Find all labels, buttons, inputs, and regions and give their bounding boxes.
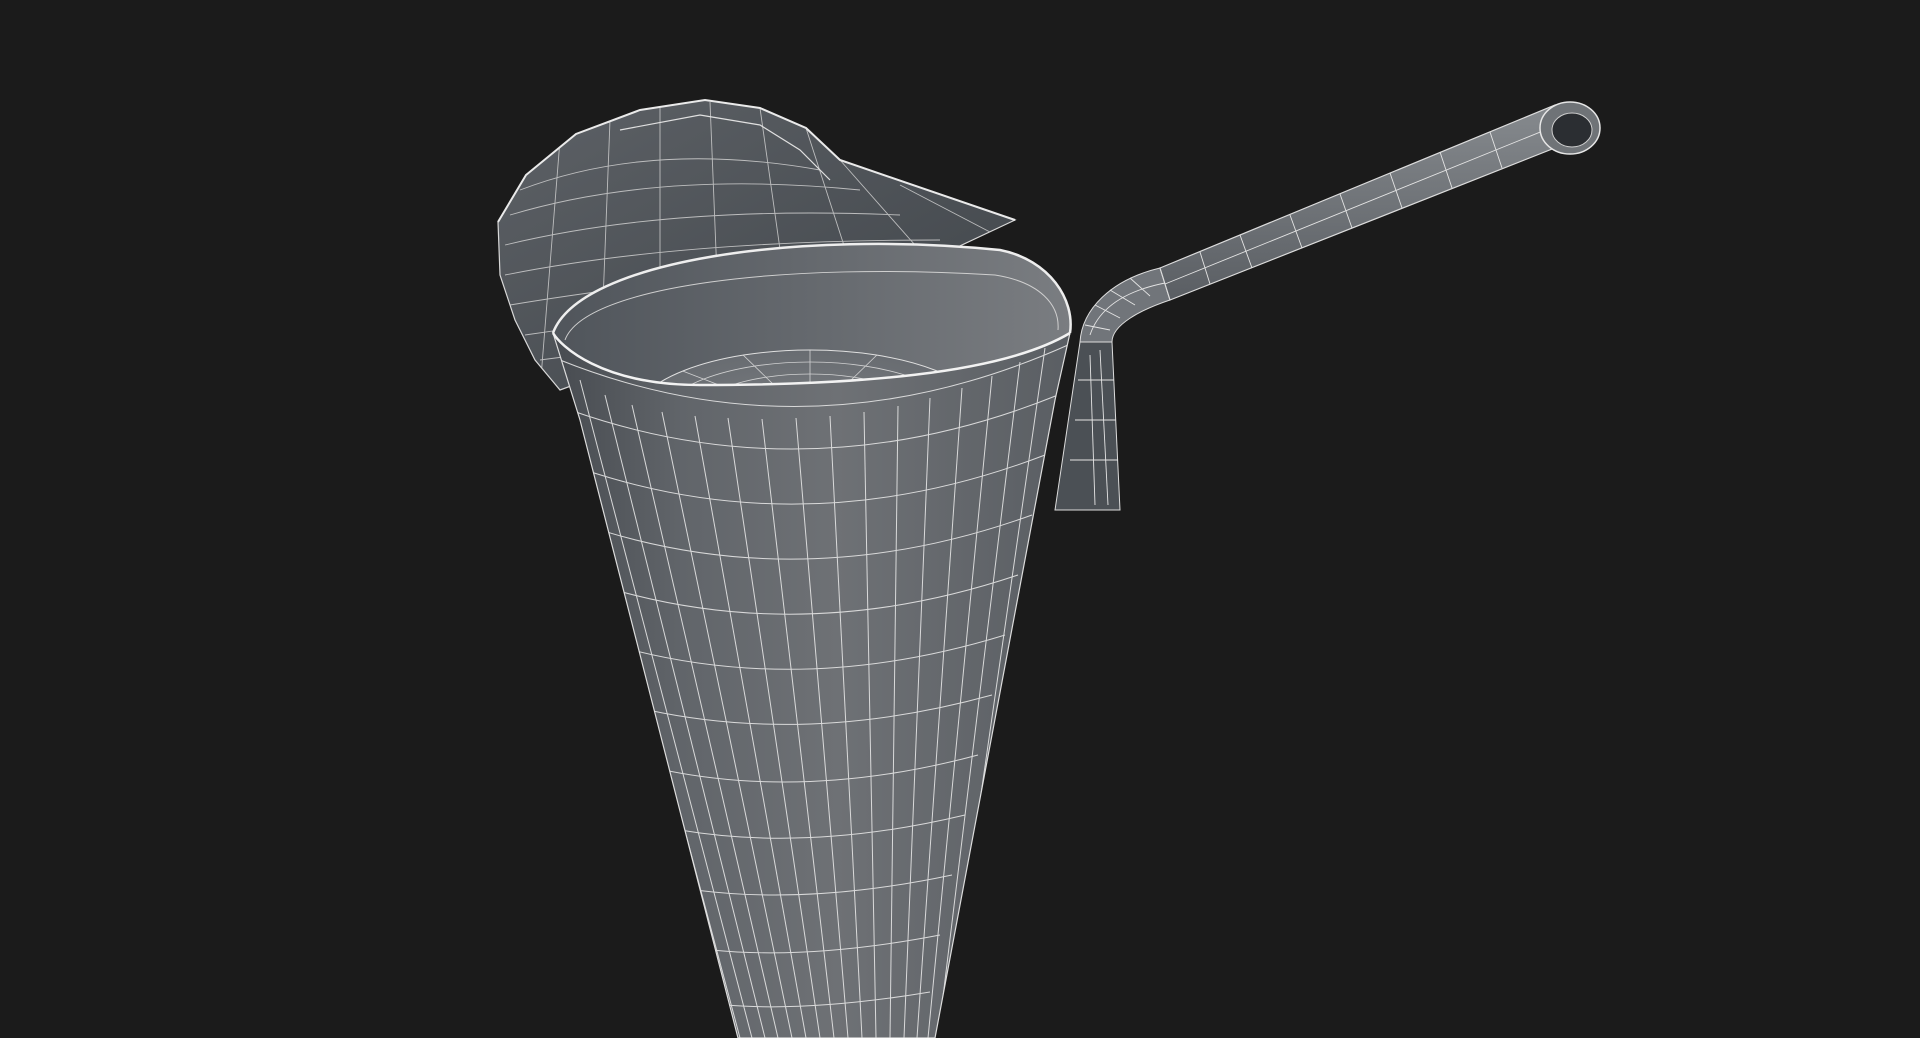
render-viewport (0, 0, 1920, 1038)
drinking-straw (1054, 101, 1601, 511)
wireframe-render (497, 98, 1601, 1038)
